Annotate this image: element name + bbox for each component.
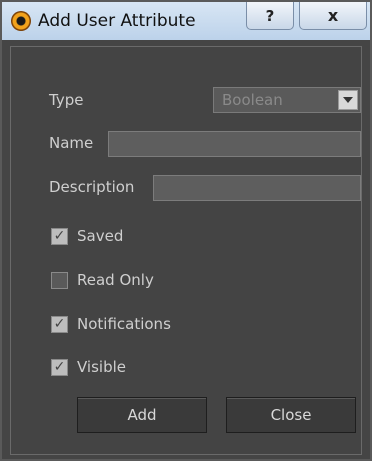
description-field[interactable] (153, 175, 361, 201)
description-label: Description (49, 178, 135, 196)
type-select-value: Boolean (222, 91, 283, 109)
chevron-down-icon[interactable] (338, 90, 358, 110)
add-button[interactable]: Add (77, 397, 207, 433)
close-button[interactable]: Close (226, 397, 356, 433)
saved-label: Saved (77, 227, 124, 245)
title-bar: Add User Attribute ? x (2, 2, 370, 40)
read-only-checkbox[interactable] (51, 272, 68, 289)
notifications-label: Notifications (77, 315, 171, 333)
type-select[interactable]: Boolean (213, 87, 361, 113)
visible-label: Visible (77, 358, 126, 376)
add-user-attribute-dialog: Add User Attribute ? x Type Boolean Name… (0, 0, 372, 461)
window-title: Add User Attribute (38, 11, 196, 31)
help-button[interactable]: ? (246, 2, 294, 30)
visible-checkbox[interactable]: ✓ (51, 359, 68, 376)
notifications-checkbox[interactable]: ✓ (51, 316, 68, 333)
saved-checkbox[interactable]: ✓ (51, 228, 68, 245)
app-logo-icon (11, 11, 31, 31)
read-only-label: Read Only (77, 271, 154, 289)
window-close-button[interactable]: x (299, 2, 367, 30)
name-label: Name (49, 134, 94, 152)
type-label: Type (49, 91, 84, 109)
name-field[interactable] (108, 131, 361, 157)
dialog-body: Type Boolean Name Description ✓ Saved Re… (10, 46, 362, 455)
